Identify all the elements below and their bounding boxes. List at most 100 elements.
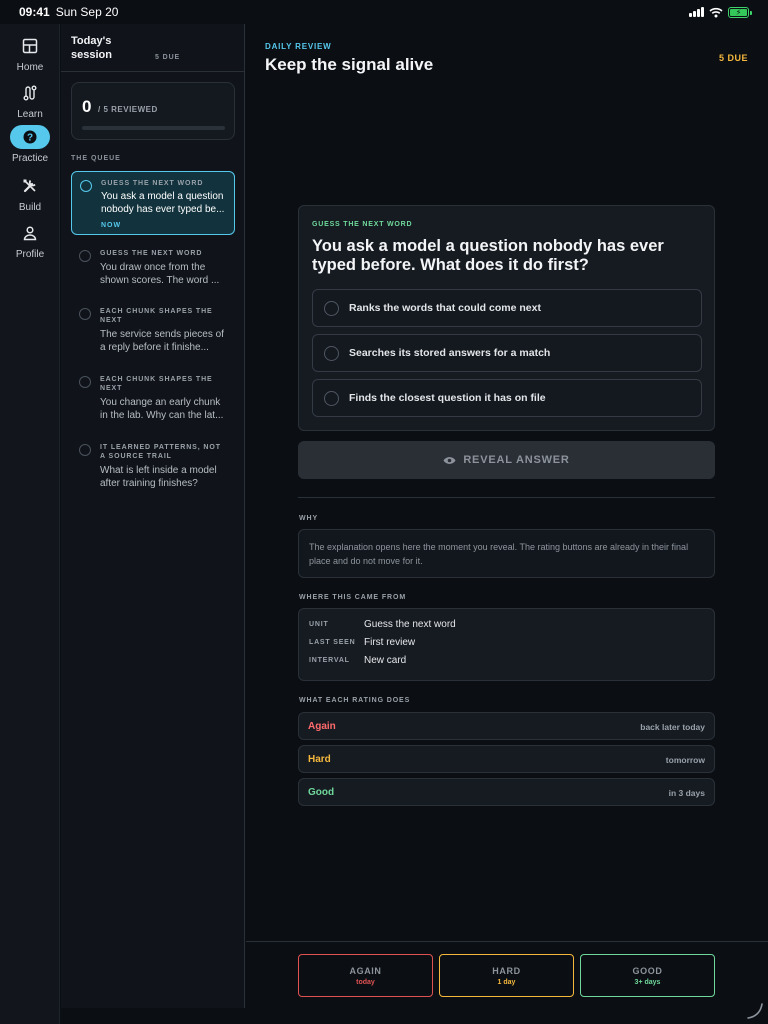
nav-item-home[interactable]: Home (0, 34, 60, 73)
reviewed-count: 0 (82, 97, 92, 116)
answer-option-radio (324, 346, 339, 361)
status-indicators: ⚡ (689, 6, 752, 18)
source-value: New card (364, 655, 407, 666)
again-button-interval: today (356, 978, 375, 986)
source-card: UNIT Guess the next word LAST SEEN First… (298, 608, 715, 681)
hard-button-interval: 1 day (497, 978, 516, 986)
answer-option[interactable]: Ranks the words that could come next (312, 289, 702, 327)
queue-item-text: The service sends pieces of a reply befo… (100, 329, 224, 353)
queue-item-radio (79, 376, 91, 388)
question-icon: ? (10, 125, 50, 149)
session-header: Today's session 5 DUE (61, 24, 244, 72)
queue-item-category: GUESS THE NEXT WORD (101, 180, 204, 187)
queue-item-radio (80, 180, 92, 192)
nav-label-home: Home (16, 62, 44, 73)
nav-item-learn[interactable]: Learn (0, 81, 60, 120)
rating-name: Good (308, 787, 335, 798)
good-button[interactable]: GOOD 3+ days (580, 954, 715, 997)
queue-item-text: What is left inside a model after traini… (100, 465, 217, 489)
source-value: Guess the next word (364, 619, 456, 630)
hard-button-label: HARD (492, 965, 521, 976)
answer-option[interactable]: Finds the closest question it has on fil… (312, 379, 702, 417)
reveal-answer-label: REVEAL ANSWER (463, 454, 570, 466)
rating-row-again: Again back later today (298, 712, 715, 740)
rating-name: Again (308, 721, 336, 732)
answer-option-label: Finds the closest question it has on fil… (349, 392, 546, 404)
queue-item-radio (79, 444, 91, 456)
queue-item-category: EACH CHUNK SHAPES THE NEXT (100, 308, 213, 324)
reveal-answer-button[interactable]: REVEAL ANSWER (298, 441, 715, 479)
progress-bar (82, 126, 225, 130)
hard-button[interactable]: HARD 1 day (439, 954, 574, 997)
again-button-label: AGAIN (349, 965, 382, 976)
nav-label-profile: Profile (15, 249, 45, 260)
queue-item-text: You draw once from the shown scores. The… (100, 262, 220, 286)
again-button[interactable]: AGAIN today (298, 954, 433, 997)
source-value: First review (364, 637, 416, 648)
queue-item-now-badge: NOW (101, 222, 122, 229)
status-time: 09:41 (19, 5, 50, 19)
status-bar: 09:41 Sun Sep 20 ⚡ (0, 0, 768, 24)
explanation-text: The explanation opens here the moment yo… (309, 542, 689, 566)
header-due-badge: 5 DUE (718, 53, 748, 63)
person-icon (10, 221, 50, 245)
header-eyebrow: DAILY REVIEW (265, 42, 332, 51)
learn-path-icon (10, 81, 50, 105)
nav-item-profile[interactable]: Profile (0, 221, 60, 260)
status-date: Sun Sep 20 (55, 5, 119, 19)
source-row: UNIT Guess the next word (309, 619, 699, 633)
queue-item-category: GUESS THE NEXT WORD (100, 250, 203, 257)
queue-item[interactable]: EACH CHUNK SHAPES THE NEXT You change an… (71, 368, 235, 428)
answer-option-radio (324, 391, 339, 406)
home-icon (10, 34, 50, 58)
answer-option-label: Ranks the words that could come next (349, 302, 541, 314)
queue-item[interactable]: GUESS THE NEXT WORD You draw once from t… (71, 242, 235, 292)
queue-item-text: You ask a model a question nobody has ev… (101, 191, 225, 215)
rating-name: Hard (308, 754, 331, 765)
rating-interval: back later today (640, 722, 705, 732)
source-key: INTERVAL (309, 657, 350, 664)
source-label: WHERE THIS CAME FROM (299, 594, 407, 601)
good-button-label: GOOD (632, 965, 663, 976)
rating-button-bar: AGAIN today HARD 1 day GOOD 3+ days (246, 941, 768, 1024)
question-category: GUESS THE NEXT WORD (312, 221, 413, 228)
session-panel: Today's session 5 DUE 0 / 5 REVIEWED THE… (61, 24, 245, 1008)
why-label: WHY (299, 515, 319, 522)
page-title: Keep the signal alive (265, 55, 434, 74)
resize-handle-icon[interactable] (746, 1002, 764, 1020)
queue-item-radio (79, 308, 91, 320)
nav-item-practice[interactable]: ? Practice (0, 125, 60, 164)
reviewed-caption: / 5 REVIEWED (98, 105, 158, 114)
question-text: You ask a model a question nobody has ev… (312, 237, 664, 274)
rating-interval: in 3 days (668, 788, 705, 798)
answer-option[interactable]: Searches its stored answers for a match (312, 334, 702, 372)
queue-item-text: You change an early chunk in the lab. Wh… (100, 397, 224, 421)
question-card: GUESS THE NEXT WORD You ask a model a qu… (298, 205, 715, 431)
answer-option-label: Searches its stored answers for a match (349, 347, 551, 359)
nav-label-practice: Practice (11, 153, 49, 164)
main-panel: DAILY REVIEW Keep the signal alive 5 DUE… (246, 24, 768, 1024)
answer-option-radio (324, 301, 339, 316)
battery-icon: ⚡ (728, 6, 752, 18)
queue-item[interactable]: IT LEARNED PATTERNS, NOT A SOURCE TRAIL … (71, 436, 235, 496)
queue-item-radio (79, 250, 91, 262)
source-row: INTERVAL New card (309, 655, 699, 669)
good-button-interval: 3+ days (634, 978, 661, 986)
cellular-signal-icon (689, 7, 704, 17)
rating-interval: tomorrow (665, 755, 705, 765)
nav-rail: Home Learn ? Practice Build Profile (0, 24, 60, 1024)
svg-text:?: ? (27, 133, 33, 144)
queue-label: THE QUEUE (71, 155, 121, 162)
source-key: LAST SEEN (309, 639, 356, 646)
session-title: Today's session (71, 35, 112, 61)
ratings-label: WHAT EACH RATING DOES (299, 697, 411, 704)
wifi-icon (709, 7, 723, 17)
eye-icon (443, 456, 456, 464)
queue-item[interactable]: GUESS THE NEXT WORD You ask a model a qu… (71, 171, 235, 235)
source-row: LAST SEEN First review (309, 637, 699, 651)
queue-item-category: EACH CHUNK SHAPES THE NEXT (100, 376, 213, 392)
queue-item[interactable]: EACH CHUNK SHAPES THE NEXT The service s… (71, 300, 235, 360)
nav-label-build: Build (18, 202, 42, 213)
nav-item-build[interactable]: Build (0, 174, 60, 213)
rating-row-hard: Hard tomorrow (298, 745, 715, 773)
